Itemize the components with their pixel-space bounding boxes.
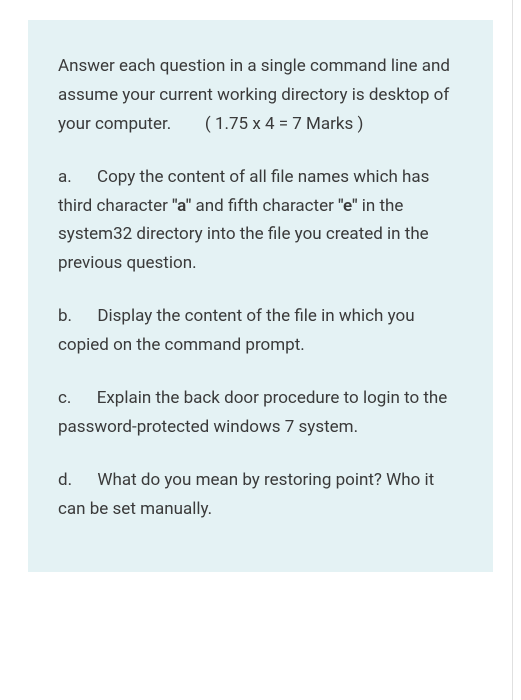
marks-text: ( 1.75 x 4 = 7 Marks ) <box>205 114 364 134</box>
question-item: a. Copy the content of all file names wh… <box>58 163 463 279</box>
item-text: What do you mean by restoring point? Who… <box>58 470 434 519</box>
item-spacer <box>72 167 97 187</box>
item-text-bold: "a" <box>172 196 191 216</box>
item-text: Display the content of the file in which… <box>58 306 415 355</box>
item-text: and fifth character <box>191 196 338 216</box>
item-spacer <box>72 470 97 490</box>
items-list: a. Copy the content of all file names wh… <box>58 163 463 524</box>
item-text-bold: "e" <box>338 196 357 216</box>
item-spacer <box>72 306 97 326</box>
marks-spacer <box>171 114 205 134</box>
instruction-paragraph: Answer each question in a single command… <box>58 52 463 139</box>
item-label: d. <box>58 470 72 490</box>
item-text: Explain the back door procedure to login… <box>58 388 447 437</box>
question-item: c. Explain the back door procedure to lo… <box>58 384 463 442</box>
item-label: b. <box>58 306 72 326</box>
question-item: b. Display the content of the file in wh… <box>58 302 463 360</box>
page-border-right <box>512 0 513 700</box>
item-label: c. <box>58 388 71 408</box>
question-item: d. What do you mean by restoring point? … <box>58 466 463 524</box>
item-label: a. <box>58 167 72 187</box>
question-card: Answer each question in a single command… <box>28 20 493 572</box>
item-spacer <box>71 388 96 408</box>
